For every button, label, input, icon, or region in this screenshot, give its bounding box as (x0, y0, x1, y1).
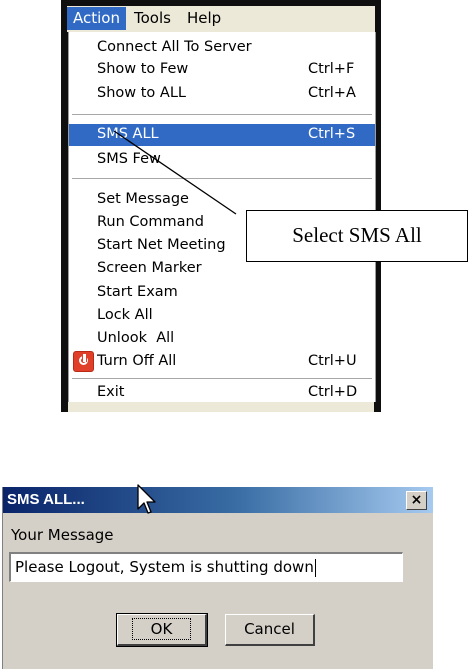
power-icon (73, 351, 94, 372)
menu-item-label: Start Exam (97, 284, 178, 300)
menu-item-unlock-all[interactable]: Unlook All (69, 328, 375, 350)
menu-item-label: Screen Marker (97, 260, 202, 276)
menu-item-label: SMS Few (97, 151, 161, 167)
menu-item-label: SMS ALL (97, 126, 159, 142)
menu-item-lock-all[interactable]: Lock All (69, 305, 375, 327)
menu-item-show-to-all[interactable]: Show to ALL Ctrl+A (69, 83, 375, 105)
menu-separator (72, 114, 372, 116)
ok-button[interactable]: OK (116, 613, 208, 647)
menu-tools[interactable]: Tools (128, 7, 177, 30)
action-menu-screenshot: Action Tools Help Connect All To Server … (61, 0, 381, 412)
menu-item-label: Start Net Meeting (97, 237, 226, 253)
menu-item-sms-few[interactable]: SMS Few (69, 149, 375, 171)
menu-item-connect-all[interactable]: Connect All To Server (69, 37, 375, 59)
message-label-text: Your Message (11, 526, 114, 544)
menu-item-label: Set Message (97, 191, 189, 207)
menu-item-sms-all[interactable]: SMS ALL Ctrl+S (69, 124, 375, 146)
mouse-pointer-icon (137, 484, 156, 514)
cancel-button[interactable]: Cancel (225, 614, 315, 646)
menu-item-shortcut: Ctrl+S (308, 126, 356, 142)
menu-action[interactable]: Action (67, 7, 126, 30)
menu-item-label: Show to ALL (97, 85, 186, 101)
cancel-button-label: Cancel (244, 620, 295, 638)
menu-item-shortcut: Ctrl+A (308, 85, 356, 101)
menu-item-label: Lock All (97, 307, 153, 323)
menu-item-show-to-few[interactable]: Show to Few Ctrl+F (69, 59, 375, 81)
menu-item-label: Show to Few (97, 61, 189, 77)
menu-item-label: Run Command (97, 214, 204, 230)
menu-item-label: Exit (97, 384, 125, 400)
dialog-title: SMS ALL... (7, 491, 85, 508)
menu-help[interactable]: Help (181, 7, 227, 30)
menu-item-label: Turn Off All (97, 353, 177, 369)
callout-annotation: Select SMS All (246, 210, 468, 262)
menu-item-start-exam[interactable]: Start Exam (69, 282, 375, 304)
message-input[interactable]: Please Logout, System is shutting down (9, 552, 403, 582)
menu-item-label: Connect All To Server (97, 39, 252, 55)
ok-button-label: OK (131, 618, 192, 640)
text-caret (314, 558, 316, 577)
sms-all-dialog: SMS ALL... × Your Message Please Logout,… (2, 484, 433, 669)
menu-item-label: Unlook All (97, 330, 175, 346)
window-edge (68, 402, 374, 412)
message-input-value: Please Logout, System is shutting down (15, 558, 314, 576)
menu-item-turn-off-all[interactable]: Turn Off All Ctrl+U (69, 351, 375, 373)
menu-item-shortcut: Ctrl+F (308, 61, 355, 77)
menu-item-shortcut: Ctrl+U (308, 353, 357, 369)
close-icon: × (410, 492, 423, 508)
menu-separator (72, 378, 372, 380)
menu-item-exit[interactable]: Exit Ctrl+D (69, 383, 375, 401)
menu-item-set-message[interactable]: Set Message (69, 189, 375, 211)
dialog-titlebar[interactable]: SMS ALL... × (3, 487, 433, 513)
menubar: Action Tools Help (67, 6, 375, 32)
close-button[interactable]: × (406, 491, 427, 510)
menu-separator (72, 178, 372, 180)
message-label: Your Message (11, 526, 114, 544)
menu-item-shortcut: Ctrl+D (308, 384, 358, 400)
